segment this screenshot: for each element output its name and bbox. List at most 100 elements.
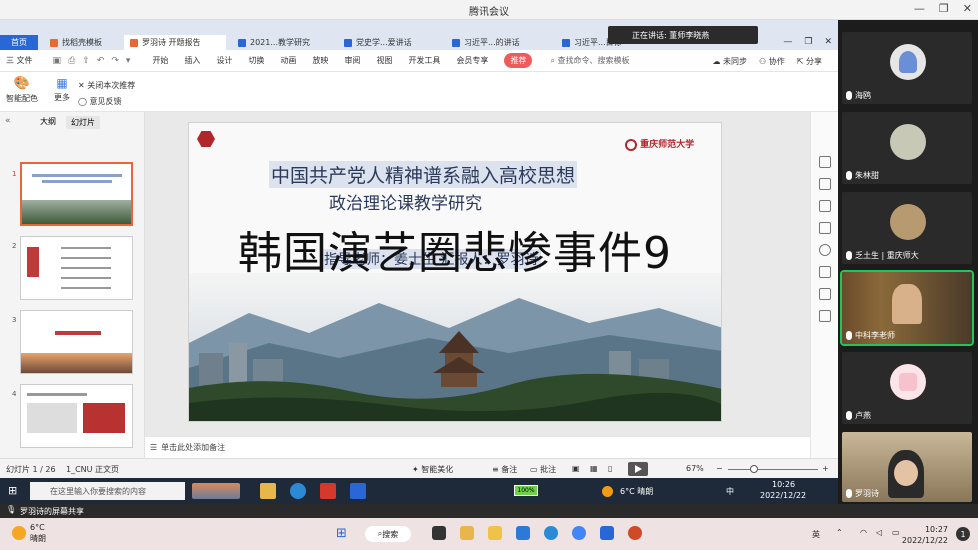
collab-button[interactable]: ⚇ 协作 <box>759 56 785 67</box>
chrome-icon[interactable] <box>572 526 586 540</box>
share-button[interactable]: ⇱ 分享 <box>797 56 822 67</box>
menu-developer[interactable]: 开发工具 <box>408 55 440 66</box>
zoom-in-icon[interactable]: + <box>822 464 829 473</box>
collapse-pane-icon[interactable]: « <box>5 116 11 126</box>
book-icon[interactable] <box>819 310 831 322</box>
tab-slides[interactable]: 幻灯片 <box>66 116 100 129</box>
dropdown-icon[interactable]: ▾ <box>126 56 131 66</box>
more-button[interactable]: ▦ 更多 <box>54 76 70 103</box>
maximize-icon[interactable]: ❐ <box>939 2 949 15</box>
close-icon[interactable]: ✕ <box>824 37 832 47</box>
sync-button[interactable]: ☁ 未同步 <box>712 56 747 67</box>
minimize-icon[interactable]: — <box>914 2 925 15</box>
zoom-out-icon[interactable]: − <box>716 464 723 473</box>
notification-badge[interactable]: 1 <box>956 527 970 541</box>
slide-thumbnail-3[interactable] <box>20 310 133 374</box>
minimize-icon[interactable]: — <box>783 37 792 47</box>
close-rec-button[interactable]: ✕ 关闭本次推荐 <box>78 80 135 91</box>
print-icon[interactable]: ⎙ <box>68 56 75 66</box>
menu-review[interactable]: 审阅 <box>344 55 360 66</box>
tab-outline[interactable]: 大纲 <box>40 116 56 129</box>
mic-icon <box>846 251 852 260</box>
command-search[interactable]: ⌕ 查找命令、搜索模板 <box>550 55 629 66</box>
menu-home[interactable]: 开始 <box>152 55 168 66</box>
crop-icon[interactable] <box>819 222 831 234</box>
taskbar-search-input[interactable]: 在这里输入你要搜索的内容 <box>30 482 185 500</box>
participant-tile[interactable]: 乏土生 | 重庆师大 <box>842 192 972 264</box>
volume-icon[interactable]: ◁ <box>876 528 882 537</box>
file-explorer-icon[interactable] <box>260 483 276 499</box>
menu-design[interactable]: 设计 <box>216 55 232 66</box>
edge-icon[interactable] <box>290 483 306 499</box>
ime-indicator[interactable]: 中 <box>726 486 734 497</box>
task-view-icon[interactable] <box>432 526 446 540</box>
wifi-icon[interactable]: ◠ <box>860 528 867 537</box>
participant-tile[interactable]: 海鸥 <box>842 32 972 104</box>
close-icon[interactable]: ✕ <box>963 2 972 15</box>
menu-transition[interactable]: 切换 <box>248 55 264 66</box>
save-icon[interactable]: ▣ <box>53 56 62 66</box>
zoom-slider[interactable] <box>728 469 818 470</box>
participant-tile[interactable]: 朱林甜 <box>842 112 972 184</box>
tab-doc-2[interactable]: 党史学...爱讲话 <box>338 35 418 50</box>
star-icon[interactable] <box>819 200 831 212</box>
grid-icon: ▦ <box>56 76 68 90</box>
os-search-button[interactable]: ⌕ 搜索 <box>365 526 411 542</box>
export-icon[interactable]: ⇪ <box>82 56 90 66</box>
smart-color-button[interactable]: 🎨 智能配色 <box>6 76 38 104</box>
tab-template[interactable]: 找稻壳模板 <box>44 35 108 50</box>
smart-beautify-button[interactable]: ✦ 智能美化 <box>412 464 453 475</box>
battery-icon[interactable]: ▭ <box>892 528 900 537</box>
windows-start-icon[interactable]: ⊞ <box>8 484 17 497</box>
tab-doc-3[interactable]: 习近平...的讲话 <box>446 35 526 50</box>
menu-insert[interactable]: 插入 <box>184 55 200 66</box>
tab-proposal[interactable]: 罗羽诗 开题报告 <box>124 35 226 50</box>
slide-thumbnail-1[interactable] <box>20 162 133 226</box>
location-icon[interactable] <box>819 288 831 300</box>
avatar <box>890 124 926 160</box>
menu-recommend[interactable]: 推荐 <box>504 53 533 68</box>
help-icon[interactable] <box>819 244 831 256</box>
meeting-icon[interactable] <box>600 526 614 540</box>
meeting-icon[interactable] <box>350 483 366 499</box>
participant-tile-active-speaker[interactable]: 中科李老师 <box>840 270 974 346</box>
app-icon[interactable] <box>516 526 530 540</box>
slide-thumbnail-2[interactable] <box>20 236 133 300</box>
adjust-icon[interactable] <box>819 178 831 190</box>
os-clock[interactable]: 10:27 2022/12/22 <box>902 524 948 546</box>
redo-icon[interactable]: ↷ <box>111 56 119 66</box>
tray-chevron-icon[interactable]: ⌃ <box>836 528 843 537</box>
participant-tile[interactable]: 卢燕 <box>842 352 972 424</box>
wps-icon[interactable] <box>320 483 336 499</box>
menu-view[interactable]: 视图 <box>376 55 392 66</box>
participant-tile[interactable]: 罗羽诗 <box>842 432 972 502</box>
normal-view-icon[interactable]: ▣ <box>572 464 580 473</box>
image-icon[interactable] <box>819 266 831 278</box>
tab-home[interactable]: 首页 <box>0 35 38 50</box>
smart-beautify-label: 智能美化 <box>421 465 454 474</box>
slide-thumbnail-4[interactable] <box>20 384 133 448</box>
tab-doc-1[interactable]: 2021...教学研究 <box>232 35 316 50</box>
notes-area[interactable]: ☰ 单击此处添加备注 <box>145 436 810 458</box>
play-slideshow-button[interactable] <box>628 462 648 476</box>
powerpoint-icon[interactable] <box>628 526 642 540</box>
menu-vip[interactable]: 会员专享 <box>456 55 488 66</box>
restore-icon[interactable]: ❐ <box>804 37 812 47</box>
comments-button[interactable]: ▭ 批注 <box>530 464 556 475</box>
language-indicator[interactable]: 英 <box>812 529 820 540</box>
menu-animation[interactable]: 动画 <box>280 55 296 66</box>
folder-icon[interactable] <box>488 526 502 540</box>
os-weather[interactable]: 6°C 晴朗 <box>30 522 46 544</box>
select-icon[interactable] <box>819 156 831 168</box>
sorter-view-icon[interactable]: ▦ <box>590 464 598 473</box>
windows-start-icon[interactable]: ⊞ <box>336 526 347 541</box>
edge-icon[interactable] <box>544 526 558 540</box>
feedback-button[interactable]: ◯ 意见反馈 <box>78 96 122 107</box>
reading-view-icon[interactable]: ▯ <box>608 464 612 473</box>
notes-button[interactable]: ≡ 备注 <box>492 464 517 475</box>
file-explorer-icon[interactable] <box>460 526 474 540</box>
undo-icon[interactable]: ↶ <box>97 56 105 66</box>
file-menu[interactable]: 三 文件 <box>6 55 33 66</box>
menu-slideshow[interactable]: 放映 <box>312 55 328 66</box>
zoom-slider-handle[interactable] <box>750 465 758 473</box>
